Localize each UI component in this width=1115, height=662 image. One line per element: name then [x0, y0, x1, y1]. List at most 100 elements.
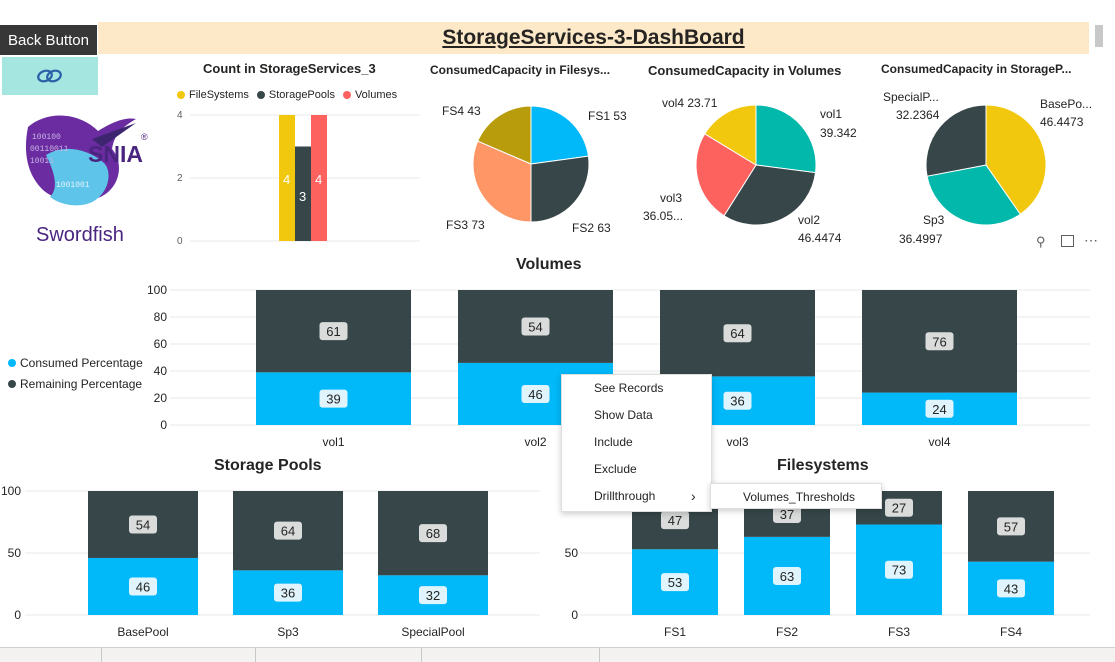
pie-label-vol4: vol4 23.71 — [662, 96, 718, 110]
legend-item[interactable]: Remaining Percentage — [8, 373, 143, 394]
legend-item[interactable]: Volumes — [342, 89, 397, 101]
scrollbar-thumb[interactable] — [1095, 25, 1103, 47]
x-tick-label: FS4 — [1000, 625, 1022, 639]
menu-item-show-data[interactable]: Show Data — [562, 402, 711, 429]
page-tabs — [0, 647, 1115, 662]
data-label: 43 — [1004, 581, 1018, 596]
registered-mark: ® — [141, 132, 148, 142]
volumes-dot — [342, 91, 351, 99]
menu-item-drillthrough[interactable]: Drillthrough › — [562, 483, 711, 510]
data-label: 54 — [528, 319, 542, 334]
y-tick-label: 40 — [154, 364, 168, 378]
swordfish-text: Swordfish — [36, 224, 124, 246]
data-label: 76 — [932, 334, 946, 349]
x-tick-label: vol2 — [524, 435, 546, 449]
page-tab[interactable] — [422, 648, 600, 662]
data-label: 46 — [528, 387, 542, 402]
pie-label-basepool: BasePo... — [1040, 97, 1093, 111]
svg-text:100100: 100100 — [32, 133, 61, 142]
pie-slice-vol1[interactable] — [755, 104, 817, 174]
bar-data-label: 4 — [283, 172, 291, 187]
link-button[interactable] — [2, 57, 98, 95]
legend-item[interactable]: FileSystems — [177, 89, 249, 101]
data-label: 53 — [668, 575, 682, 590]
data-label: 27 — [892, 501, 906, 516]
back-button[interactable]: Back Button — [0, 25, 97, 55]
x-tick-label: vol1 — [322, 435, 344, 449]
focus-mode-icon[interactable] — [1061, 235, 1074, 247]
pie-label-vol2: vol2 — [798, 213, 821, 227]
pie-label-fs4: FS4 43 — [442, 104, 481, 118]
y-tick-label: 0 — [571, 608, 578, 622]
x-tick-label: Sp3 — [277, 625, 299, 639]
y-tick: 4 — [177, 110, 183, 121]
volumes-chart-title: Volumes — [516, 256, 582, 273]
x-tick-label: FS3 — [888, 625, 910, 639]
x-tick-label: vol3 — [726, 435, 748, 449]
y-tick-label: 50 — [565, 546, 579, 560]
y-tick-label: 100 — [1, 484, 21, 498]
pin-icon[interactable]: ⚲ — [1036, 234, 1046, 250]
remaining-dot — [8, 379, 16, 388]
legend-item[interactable]: StoragePools — [256, 89, 335, 101]
pie-label-specialpool: SpecialP... — [883, 90, 939, 104]
y-tick-label: 0 — [160, 418, 167, 432]
pie-slice-fs2[interactable] — [530, 155, 590, 223]
volumes-pie-title: ConsumedCapacity in Volumes — [648, 63, 842, 78]
data-label: 24 — [932, 402, 946, 417]
x-tick-label: SpecialPool — [401, 625, 464, 639]
volumes-legend: Consumed Percentage Remaining Percentage — [8, 352, 143, 394]
pie-value-vol2: 46.4474 — [798, 231, 842, 245]
pie-label-vol3: vol3 — [660, 191, 683, 205]
submenu-item-volumes-thresholds[interactable]: Volumes_Thresholds — [710, 483, 882, 509]
filesystems-dot — [177, 91, 185, 99]
data-label: 47 — [668, 513, 682, 528]
svg-text:1001001: 1001001 — [56, 181, 90, 190]
menu-item-exclude[interactable]: Exclude — [562, 456, 711, 483]
more-options-icon[interactable]: ⋯ — [1084, 232, 1098, 249]
count-chart-plot — [190, 114, 420, 242]
pie-value-sp3: 36.4997 — [899, 232, 943, 246]
data-label: 64 — [730, 326, 744, 341]
x-tick-label: FS1 — [664, 625, 686, 639]
consumed-dot — [8, 358, 16, 367]
page-title: StorageServices-3-DashBoard — [442, 26, 745, 49]
x-tick-label: vol4 — [928, 435, 950, 449]
y-tick-label: 80 — [154, 310, 168, 324]
page-tab[interactable] — [256, 648, 422, 662]
pools-bar-chart: 0 50 100 46 54 BasePool 36 64 Sp3 32 68 SpecialPool — [1, 484, 540, 639]
legend-item[interactable]: Consumed Percentage — [8, 352, 143, 373]
data-label: 54 — [136, 517, 150, 532]
chevron-right-icon: › — [691, 488, 696, 504]
snia-text: SNIA — [88, 141, 143, 167]
pie-label-sp3: Sp3 — [923, 213, 945, 227]
svg-text:00110011: 00110011 — [30, 145, 69, 154]
y-tick-label: 0 — [14, 608, 21, 622]
drillthrough-label: Drillthrough — [594, 489, 656, 503]
bar-data-label: 4 — [315, 172, 323, 187]
menu-item-include[interactable]: Include — [562, 429, 711, 456]
count-chart-legend: FileSystems StoragePools Volumes — [177, 89, 397, 101]
count-chart-title: Count in StorageServices_3 — [203, 61, 376, 76]
pie-value-vol1: 39.342 — [820, 126, 857, 140]
page-tab[interactable] — [0, 648, 102, 662]
menu-item-see-records[interactable]: See Records — [562, 375, 711, 402]
pie-value-specialpool: 32.2364 — [896, 108, 940, 122]
y-tick-label: 100 — [147, 283, 167, 297]
pie-slice-fs1[interactable] — [530, 105, 590, 165]
svg-text:10011: 10011 — [30, 157, 54, 166]
fs-chart-title: Filesystems — [777, 457, 869, 474]
y-tick-label: 20 — [154, 391, 168, 405]
data-label: 36 — [730, 394, 744, 409]
pie-value-vol3: 36.05... — [643, 209, 684, 223]
pie-label-vol1: vol1 — [820, 107, 843, 121]
bar-data-label: 3 — [299, 189, 307, 204]
data-label: 63 — [780, 569, 794, 584]
data-label: 36 — [281, 586, 295, 601]
data-label: 61 — [326, 324, 340, 339]
fs-pie-title: ConsumedCapacity in Filesys... — [430, 63, 611, 77]
storagepools-dot — [256, 91, 265, 99]
link-icon — [37, 69, 62, 83]
page-tab[interactable] — [102, 648, 256, 662]
dashboard-title-bar: StorageServices-3-DashBoard — [98, 22, 1089, 54]
